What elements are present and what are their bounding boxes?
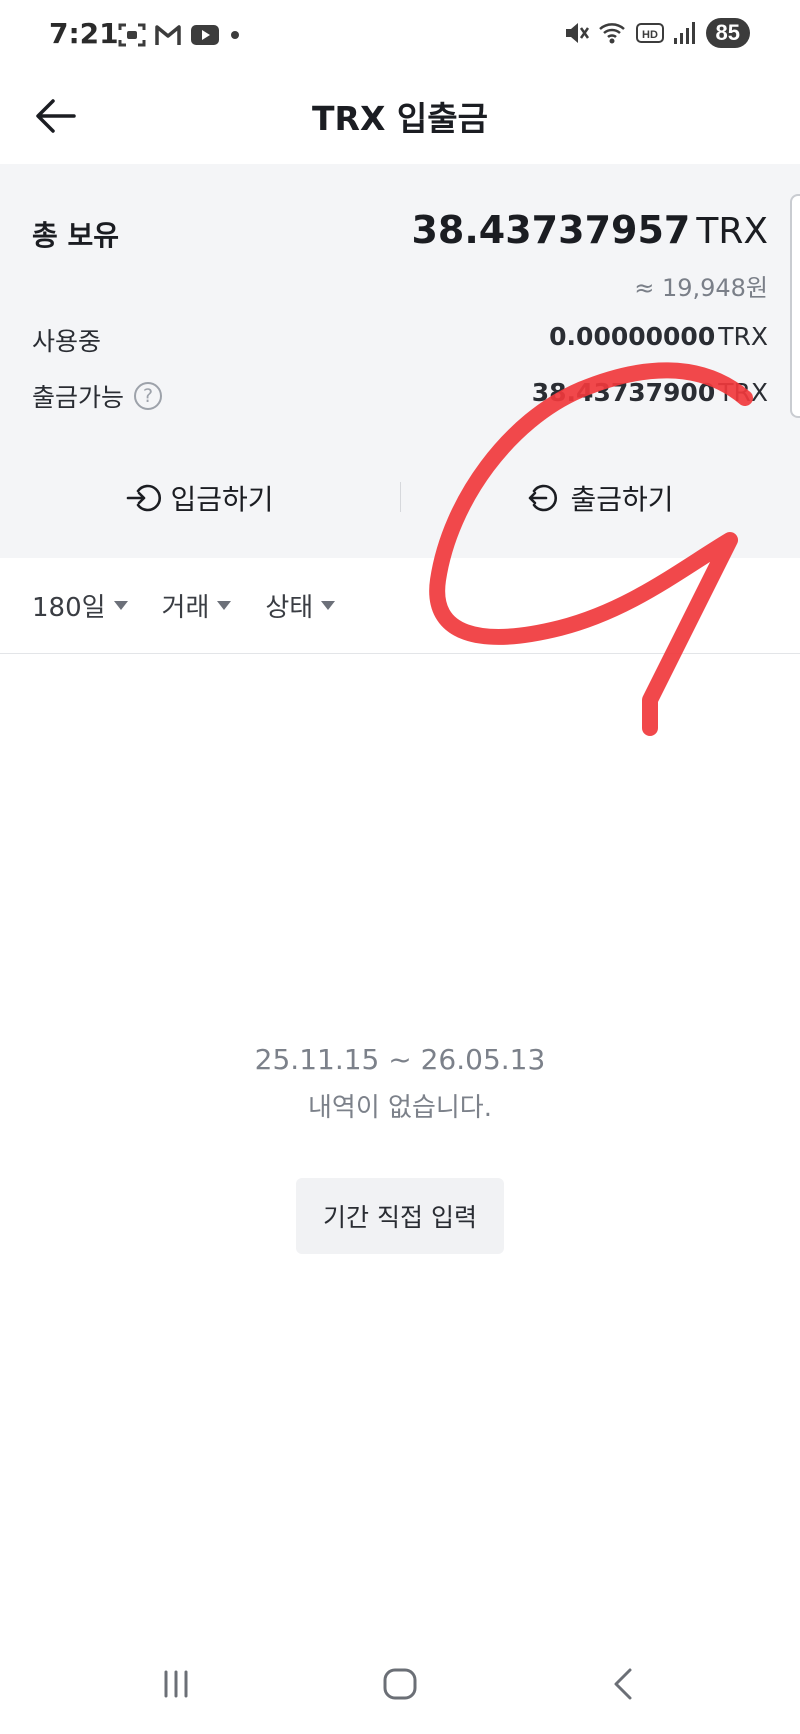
action-divider [400,482,401,512]
dot-icon [231,31,239,39]
withdraw-label: 출금하기 [570,483,674,516]
custom-period-button[interactable]: 기간 직접 입력 [296,1178,504,1254]
deposit-button[interactable]: 입금하기 [0,466,400,530]
withdraw-button[interactable]: 출금하기 [400,466,800,530]
youtube-icon [191,25,219,45]
help-icon[interactable]: ? [134,382,163,410]
filter-period-label: 180일 [32,593,106,623]
system-back-button[interactable] [592,1656,656,1712]
withdraw-icon [529,484,558,512]
total-unit: TRX [696,211,768,252]
status-bar: 7:21 HD 85 [0,0,800,72]
mute-icon [565,23,589,43]
filter-bar: 180일 거래 상태 [0,558,800,654]
deposit-label: 입금하기 [170,483,274,516]
in-use-label: 사용중 [32,327,102,356]
available-amount: 38.43737900 [531,378,716,407]
filter-transaction[interactable]: 거래 [162,587,232,624]
in-use-value: 0.00000000 TRX [549,322,768,351]
empty-message: 내역이 없습니다. [308,1093,492,1123]
hd-icon: HD [635,23,664,43]
available-unit: TRX [718,378,768,407]
page-title: TRX 입출금 [312,99,488,138]
total-holdings-value: 38.43737957 TRX [411,208,768,252]
deposit-icon [127,484,162,512]
filter-period[interactable]: 180일 [32,587,128,624]
total-holdings-label: 총 보유 [32,219,120,252]
available-value: 38.43737900 TRX [532,378,768,407]
recent-apps-icon [164,1670,188,1698]
action-row: 입금하기 출금하기 [0,466,800,530]
gmail-icon [155,25,181,45]
scroll-handle[interactable] [790,194,800,418]
status-time: 7:21 [49,17,119,50]
total-amount: 38.43737957 [411,208,691,252]
caret-down-icon [113,601,128,610]
recent-apps-button[interactable] [144,1656,208,1712]
filter-status[interactable]: 상태 [265,587,336,624]
status-icons-right: HD 85 [562,18,750,48]
filter-transaction-label: 거래 [161,593,210,623]
caret-down-icon [321,601,336,610]
home-icon [383,1668,417,1700]
status-icons-left [118,22,242,48]
svg-text:HD: HD [642,29,658,41]
in-use-amount: 0.00000000 [549,322,716,351]
scan-icon [118,23,146,47]
krw-equivalent: ≈ 19,948원 [634,274,768,302]
battery-level: 85 [705,18,750,48]
in-use-unit: TRX [718,322,768,351]
system-nav-bar [0,1634,800,1734]
app-header: TRX 입출금 [0,72,800,164]
caret-down-icon [217,601,232,610]
chevron-left-icon [614,1668,632,1700]
wifi-icon [598,23,625,44]
available-label: 출금가능 [32,383,125,412]
signal-icon [673,22,695,44]
home-button[interactable] [368,1656,432,1712]
empty-date-range: 25.11.15 ~ 26.05.13 [254,1043,546,1076]
balance-summary: 총 보유 38.43737957 TRX ≈ 19,948원 사용중 0.0000… [0,164,800,558]
filter-status-label: 상태 [265,593,314,623]
available-label-row: 출금가능 ? [32,378,163,414]
